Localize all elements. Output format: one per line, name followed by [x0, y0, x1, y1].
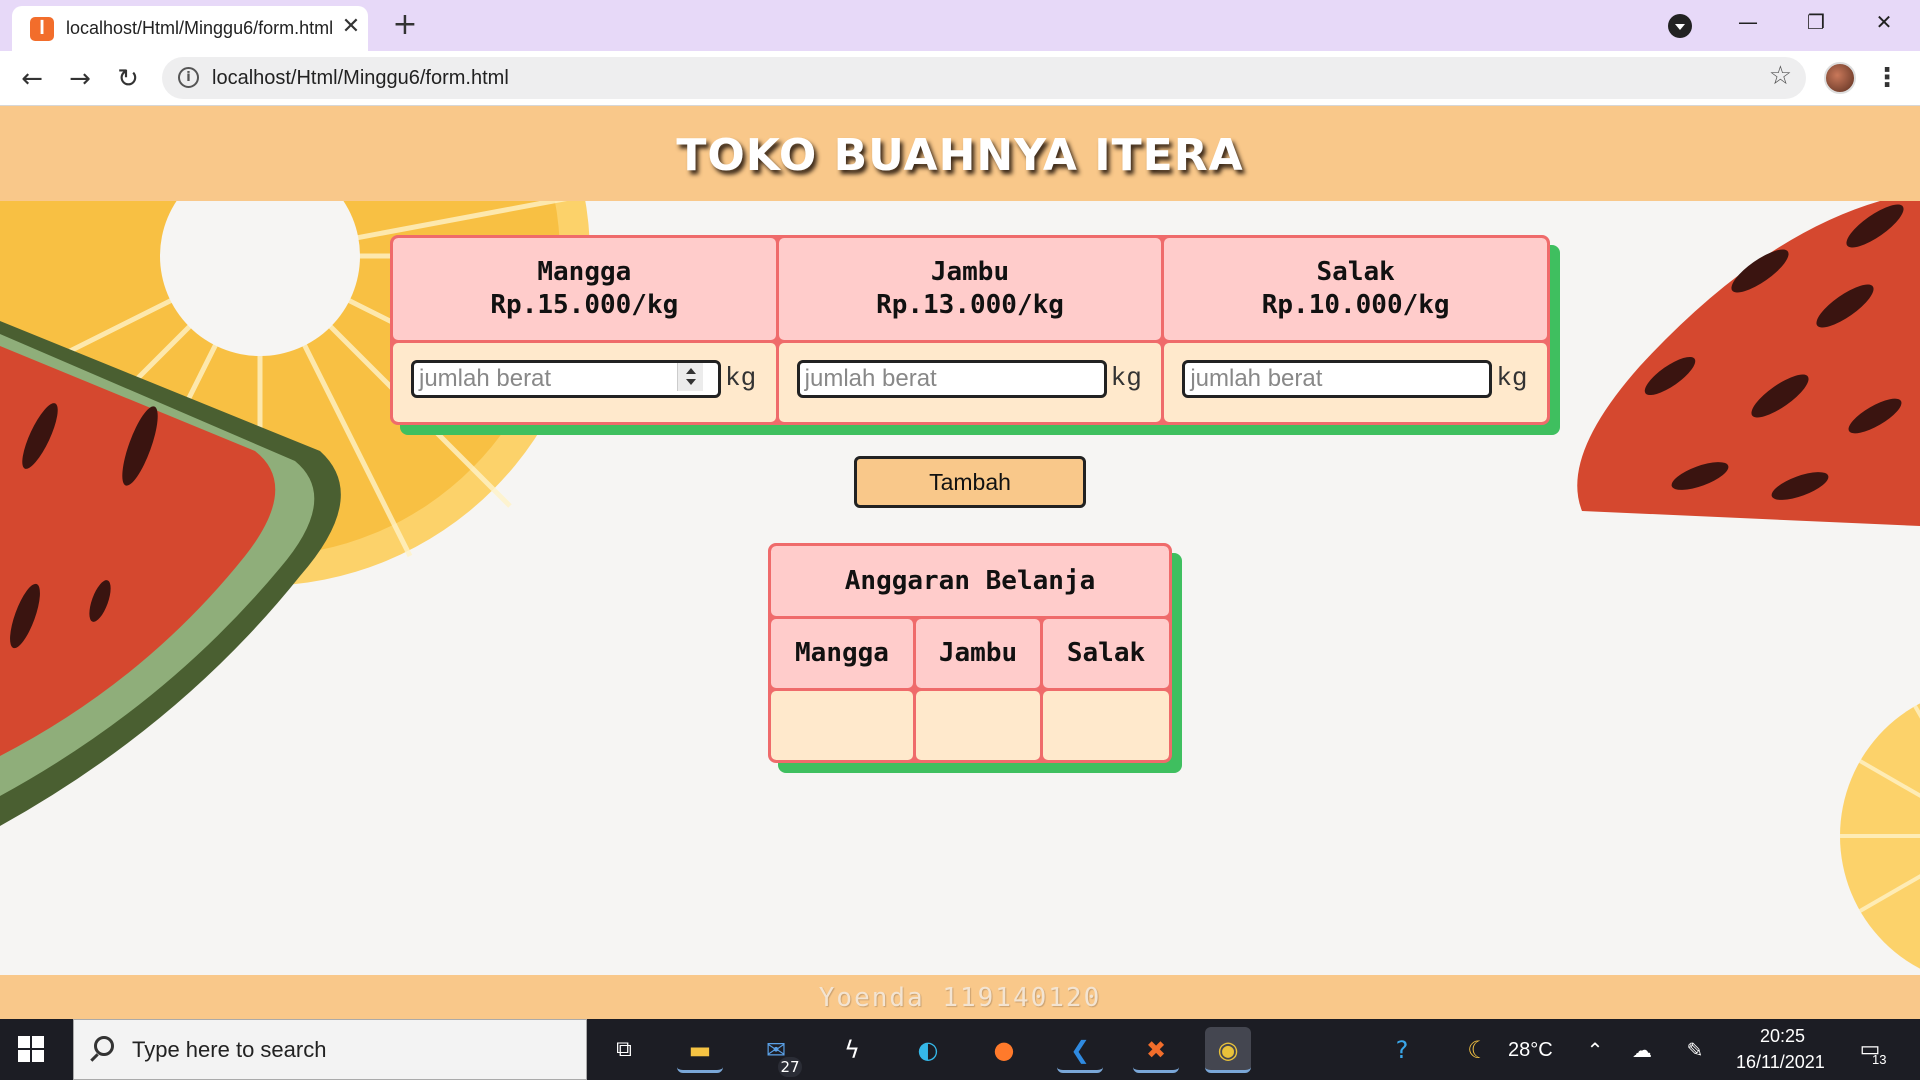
budget-value-mangga	[771, 691, 913, 760]
input-cell-salak: jumlah berat kg	[1164, 343, 1547, 422]
minimize-button[interactable]: —	[1714, 0, 1782, 46]
sublime-icon[interactable]: ϟ	[829, 1027, 875, 1073]
tab-title: localhost/Html/Minggu6/form.html	[66, 18, 334, 38]
weather-moon-icon[interactable]: ☾	[1455, 1027, 1501, 1073]
back-arrow-icon[interactable]: ←	[14, 61, 50, 97]
xampp-icon[interactable]: ✖	[1133, 1027, 1179, 1073]
edge-icon[interactable]: ◐	[905, 1027, 951, 1073]
reload-icon[interactable]: ↻	[110, 61, 146, 97]
input-cell-mangga: jumlah berat kg	[393, 343, 776, 422]
site-info-icon[interactable]: i	[178, 67, 199, 88]
number-spinner-icon[interactable]	[677, 363, 703, 391]
tab-search-icon[interactable]	[1668, 14, 1692, 38]
budget-value-salak	[1043, 691, 1169, 760]
restore-button[interactable]: ❐	[1782, 0, 1850, 46]
site-footer: Yoenda 119140120	[0, 975, 1920, 1019]
clock-date[interactable]: 16/11/2021	[1736, 1052, 1825, 1073]
browser-menu-icon[interactable]: ⋮	[1874, 61, 1900, 95]
chrome-icon[interactable]: ◉	[1205, 1027, 1251, 1073]
clock-time[interactable]: 20:25	[1760, 1026, 1805, 1047]
unit-label: kg	[1496, 363, 1528, 393]
close-window-button[interactable]: ✕	[1850, 0, 1918, 46]
unit-label: kg	[725, 363, 757, 393]
fruit-name: Salak	[1316, 257, 1395, 287]
budget-column-header: Jambu	[916, 619, 1040, 688]
price-table: Mangga Rp.15.000/kg Jambu Rp.13.000/kg S…	[390, 235, 1550, 425]
fruit-header-mangga: Mangga Rp.15.000/kg	[393, 238, 776, 340]
add-button[interactable]: Tambah	[854, 456, 1086, 508]
taskbar-search-placeholder: Type here to search	[132, 1037, 327, 1062]
fruit-name: Jambu	[930, 257, 1010, 287]
watermelon-slice-right	[1577, 201, 1920, 526]
price-table-container: Mangga Rp.15.000/kg Jambu Rp.13.000/kg S…	[390, 235, 1560, 435]
temperature[interactable]: 28°C	[1508, 1039, 1553, 1062]
web-page: TOKO BUAHNYA ITERA Mangga Rp.15.000/kg J…	[0, 106, 1920, 1019]
site-header: TOKO BUAHNYA ITERA	[0, 106, 1920, 201]
fruit-price: Rp.10.000/kg	[1261, 290, 1450, 320]
onedrive-cloud-icon[interactable]: ☁	[1619, 1027, 1665, 1073]
vscode-icon[interactable]: ❮	[1057, 1027, 1103, 1073]
budget-table: Anggaran Belanja Mangga Jambu Salak	[768, 543, 1172, 763]
input-cell-jambu: jumlah berat kg	[778, 343, 1162, 422]
task-view-icon[interactable]: ⧉	[601, 1027, 647, 1073]
browser-tab[interactable]: ꟾ localhost/Html/Minggu6/form.html ✕	[12, 6, 368, 51]
budget-title: Anggaran Belanja	[771, 546, 1169, 616]
taskbar-search-box[interactable]: Type here to search	[73, 1019, 587, 1080]
fruit-header-jambu: Jambu Rp.13.000/kg	[778, 238, 1162, 340]
firefox-icon[interactable]: ●	[981, 1027, 1027, 1073]
new-tab-button[interactable]: +	[388, 8, 422, 42]
profile-avatar[interactable]	[1824, 62, 1856, 94]
address-bar[interactable]: i localhost/Html/Minggu6/form.html ☆	[162, 57, 1806, 99]
budget-column-header: Mangga	[771, 619, 913, 688]
pen-icon[interactable]: ✎	[1672, 1027, 1718, 1073]
fruit-header-salak: Salak Rp.10.000/kg	[1164, 238, 1547, 340]
budget-value-jambu	[916, 691, 1040, 760]
unit-label: kg	[1110, 363, 1142, 393]
tab-strip: ꟾ localhost/Html/Minggu6/form.html ✕ + —…	[0, 0, 1920, 51]
fruit-name: Mangga	[537, 257, 632, 287]
jambu-weight-input[interactable]: jumlah berat	[796, 360, 1107, 398]
tab-close-icon[interactable]: ✕	[338, 14, 364, 40]
footer-author: Yoenda 119140120	[818, 983, 1102, 1013]
bookmark-star-icon[interactable]: ☆	[1769, 61, 1792, 91]
salak-weight-input[interactable]: jumlah berat	[1182, 360, 1493, 398]
forward-arrow-icon[interactable]: →	[62, 61, 98, 97]
mail-count-badge: 27	[776, 1055, 804, 1079]
fruit-price: Rp.13.000/kg	[876, 290, 1064, 320]
mangga-weight-input[interactable]: jumlah berat	[411, 360, 721, 398]
taskbar: Type here to search ⧉ ▬ ✉ 27 ϟ ◐ ● ❮ ✖ ◉…	[0, 1019, 1920, 1080]
pineapple-slice-bottom-right	[1840, 703, 1920, 969]
budget-column-header: Salak	[1043, 619, 1169, 688]
url-text[interactable]: localhost/Html/Minggu6/form.html	[212, 67, 509, 90]
page-title: TOKO BUAHNYA ITERA	[676, 130, 1244, 181]
search-icon	[94, 1036, 114, 1056]
file-explorer-icon[interactable]: ▬	[677, 1027, 723, 1073]
browser-toolbar: ← → ↻ i localhost/Html/Minggu6/form.html…	[0, 51, 1920, 106]
xampp-favicon-icon: ꟾ	[30, 17, 54, 41]
help-icon[interactable]: ?	[1379, 1027, 1425, 1073]
budget-table-container: Anggaran Belanja Mangga Jambu Salak	[768, 543, 1182, 773]
notification-count: 13	[1872, 1052, 1887, 1067]
fruit-price: Rp.15.000/kg	[490, 290, 679, 320]
windows-start-icon[interactable]	[18, 1036, 44, 1062]
tray-expand-icon[interactable]: ⌃	[1572, 1027, 1618, 1073]
